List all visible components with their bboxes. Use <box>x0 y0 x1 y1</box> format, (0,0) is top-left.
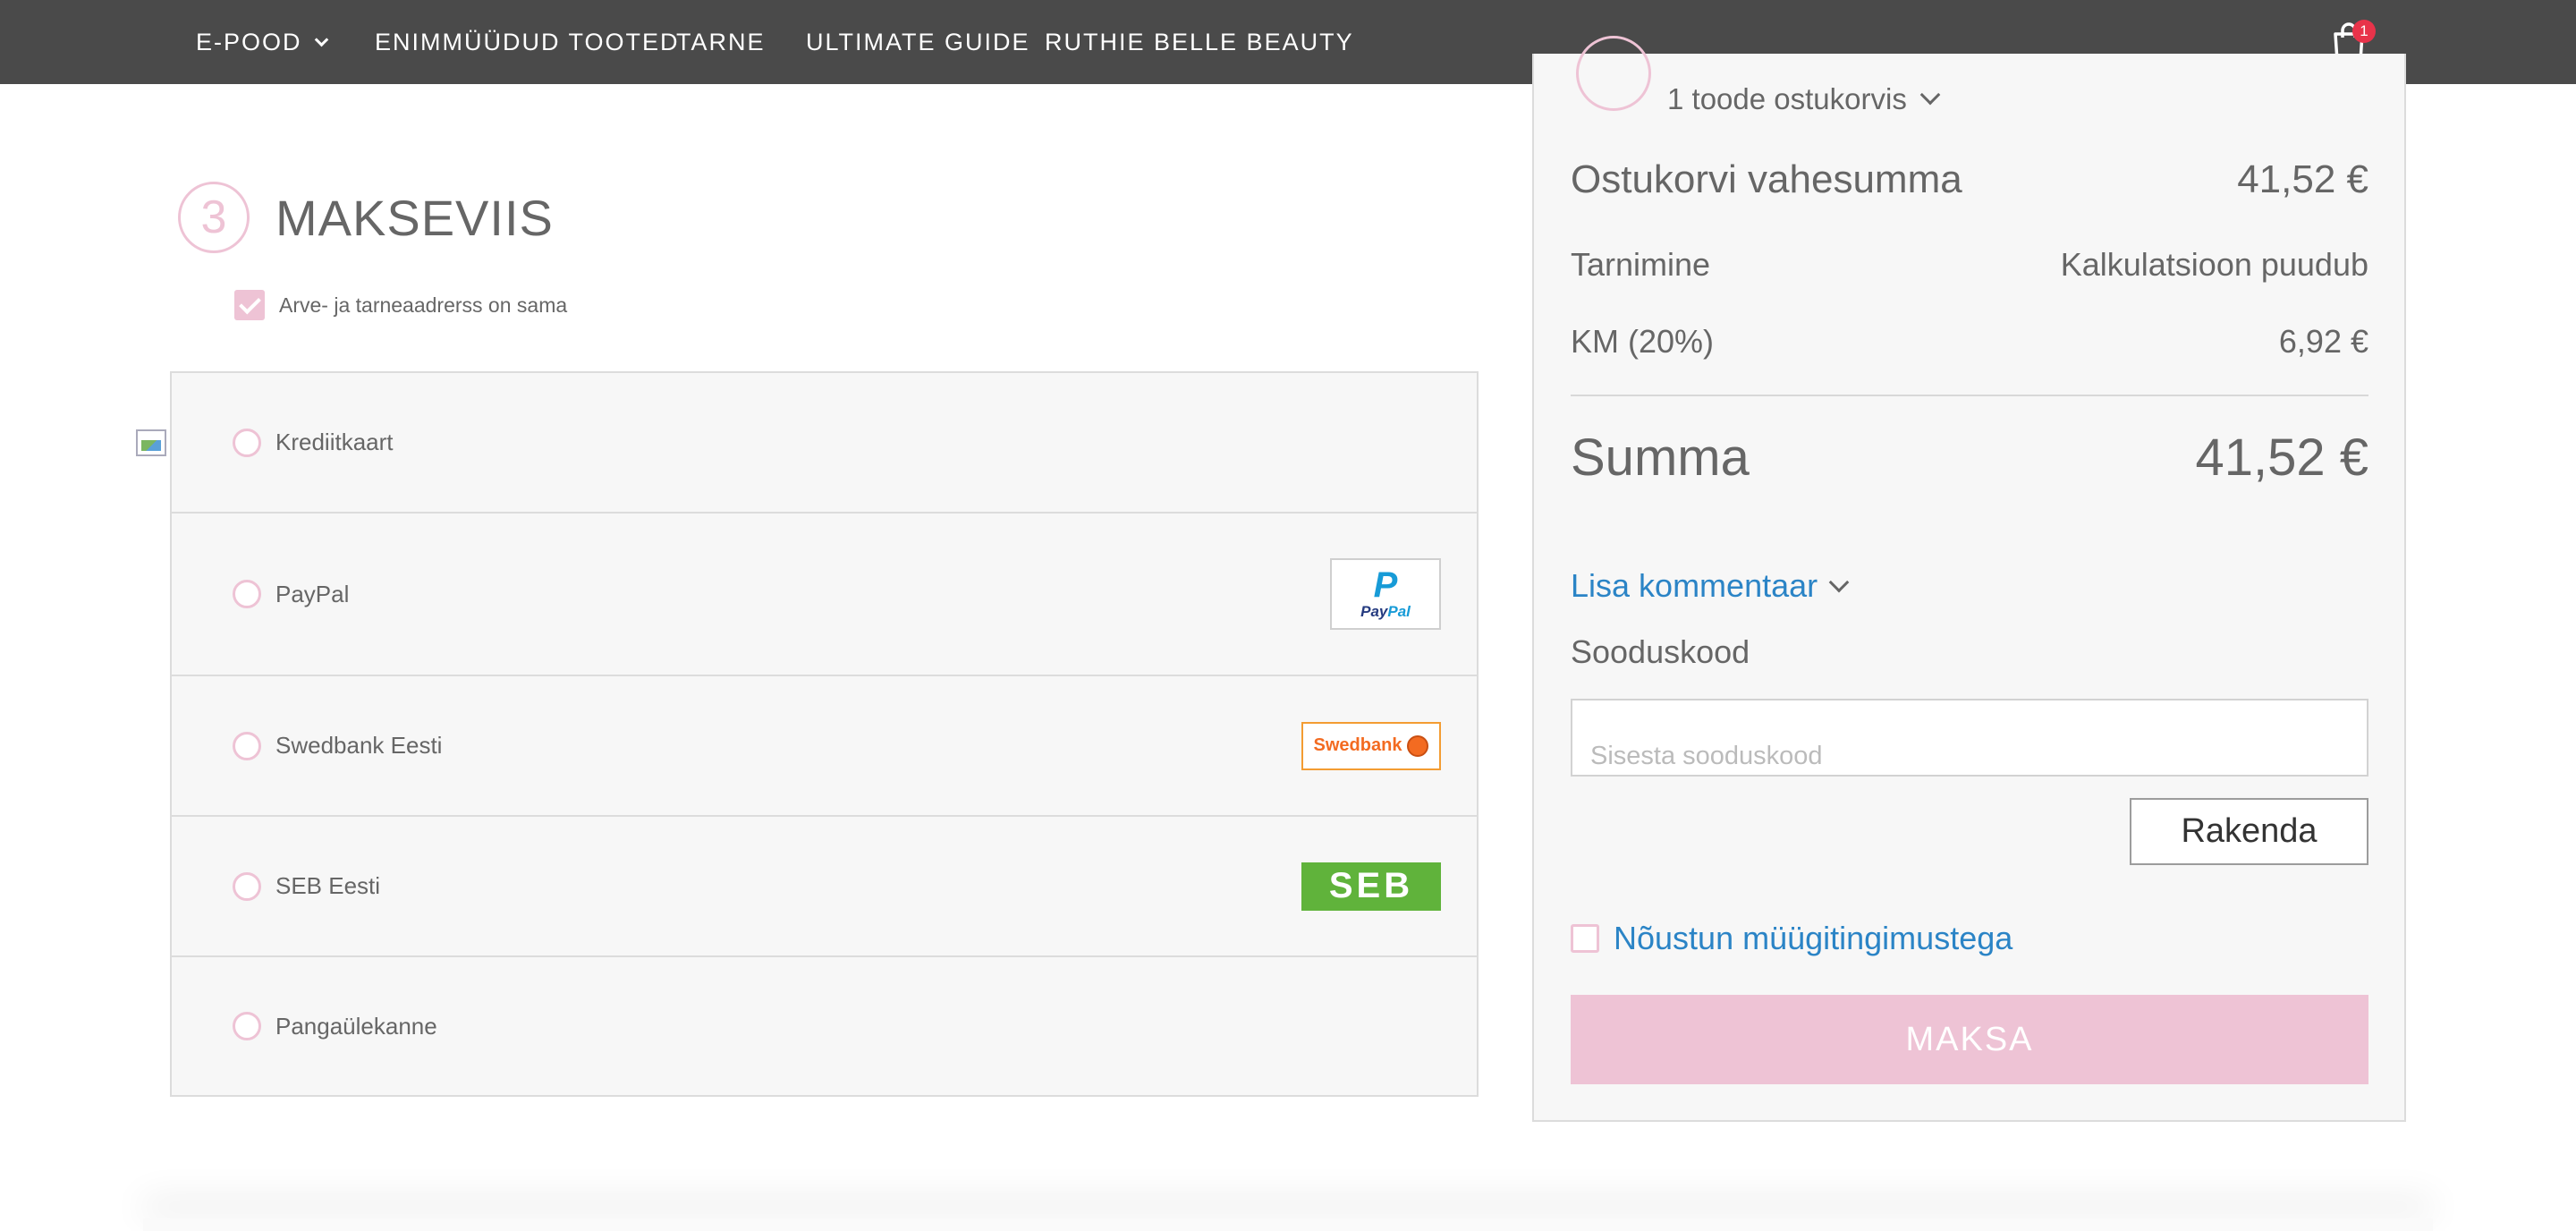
payment-method-label: PayPal <box>275 580 350 607</box>
seb-logo-text: SEB <box>1328 866 1414 905</box>
total-label: Summa <box>1571 429 1750 487</box>
payment-radio[interactable] <box>233 428 261 457</box>
tax-row: KM (20%) 6,92 € <box>1571 323 2368 361</box>
tax-value: 6,92 € <box>2278 323 2368 360</box>
footer-edge <box>143 1218 2433 1231</box>
swedbank-logo-text: Swedbank <box>1313 735 1402 755</box>
payment-method-label: Swedbank Eesti <box>275 732 443 759</box>
same-address-option: Arve- ja tarneaadrerss on sama <box>234 290 567 320</box>
payment-method-label: Krediitkaart <box>275 429 394 455</box>
chevron-down-icon <box>1828 572 1850 593</box>
paypal-mark: P <box>1373 565 1398 605</box>
payment-method-paypal[interactable]: PayPal P PayPal <box>172 514 1477 676</box>
shipping-value: Kalkulatsioon puudub <box>2060 246 2368 283</box>
broken-image-icon <box>136 429 166 456</box>
apply-coupon-button[interactable]: Rakenda <box>2130 798 2368 865</box>
pay-button[interactable]: MAKSA <box>1571 995 2368 1084</box>
chevron-down-icon <box>1919 84 1941 106</box>
coupon-input[interactable] <box>1571 699 2368 777</box>
terms-option: Nõustun müügitingimustega <box>1571 920 2012 957</box>
nav-item-label: RUTHIE BELLE BEAUTY <box>1045 28 1354 55</box>
payment-methods-list: Krediitkaart PayPal P PayPal Swedbank Ee… <box>136 371 1479 1097</box>
payment-radio[interactable] <box>233 580 261 608</box>
nav-item-label: ENIMMÜÜDUD TOOTED <box>375 28 680 55</box>
step-number-badge: 3 <box>178 182 250 253</box>
payment-radio[interactable] <box>233 871 261 901</box>
payment-method-label: Pangaülekanne <box>275 1012 437 1040</box>
total-value: 41,52 € <box>2195 429 2368 487</box>
same-address-checkbox[interactable] <box>234 290 265 320</box>
tax-label: KM (20%) <box>1571 323 1715 360</box>
payment-method-label: SEB Eesti <box>275 872 381 899</box>
payment-method-seb[interactable]: SEB Eesti SEB <box>172 817 1477 957</box>
terms-link[interactable]: Nõustun müügitingimustega <box>1614 920 2012 957</box>
payment-method-credit-card[interactable]: Krediitkaart <box>136 373 1477 514</box>
subtotal-value: 41,52 € <box>2237 157 2368 201</box>
nav-item-ruthie-belle-beauty[interactable]: RUTHIE BELLE BEAUTY <box>1045 0 1354 84</box>
paypal-word-1: Pay <box>1360 603 1388 620</box>
paypal-logo: P PayPal <box>1330 558 1441 630</box>
summary-step-badge <box>1576 36 1651 111</box>
paypal-word-2: Pal <box>1387 603 1411 620</box>
nav-item-e-pood[interactable]: E-POOD <box>196 0 328 84</box>
summary-divider <box>1571 395 2368 396</box>
same-address-label: Arve- ja tarneaadrerss on sama <box>279 293 568 317</box>
nav-item-shipping[interactable]: TARNE <box>676 0 766 84</box>
seb-logo: SEB <box>1301 862 1441 911</box>
subtotal-label: Ostukorvi vahesumma <box>1571 157 1962 201</box>
nav-item-ultimate-guide[interactable]: ULTIMATE GUIDE <box>806 0 1030 84</box>
cart-items-toggle[interactable]: 1 toode ostukorvis <box>1667 82 1941 116</box>
shipping-label: Tarnimine <box>1571 246 1711 283</box>
add-comment-toggle[interactable]: Lisa kommentaar <box>1571 567 1850 605</box>
nav-item-label: ULTIMATE GUIDE <box>806 28 1030 55</box>
shipping-row: Tarnimine Kalkulatsioon puudub <box>1571 246 2368 284</box>
payment-method-bank-transfer[interactable]: Pangaülekanne <box>172 957 1477 1095</box>
section-title: MAKSEVIIS <box>275 189 554 246</box>
add-comment-label: Lisa kommentaar <box>1571 567 1818 604</box>
payment-radio[interactable] <box>233 1012 261 1040</box>
chevron-down-icon <box>314 32 328 47</box>
nav-item-bestsellers[interactable]: ENIMMÜÜDUD TOOTED <box>375 0 680 84</box>
swedbank-ball-icon <box>1407 734 1429 757</box>
nav-item-label: E-POOD <box>196 28 302 55</box>
swedbank-logo: Swedbank <box>1301 721 1441 770</box>
total-row: Summa 41,52 € <box>1571 428 2368 488</box>
cart-count-badge: 1 <box>2352 20 2376 43</box>
cart-count-label: 1 toode ostukorvis <box>1667 82 1907 115</box>
nav-item-label: TARNE <box>676 28 766 55</box>
coupon-label: Sooduskood <box>1571 633 1750 670</box>
terms-checkbox[interactable] <box>1571 924 1599 953</box>
payment-radio[interactable] <box>233 731 261 760</box>
payment-method-swedbank[interactable]: Swedbank Eesti Swedbank <box>172 676 1477 817</box>
subtotal-row: Ostukorvi vahesumma 41,52 € <box>1571 157 2368 202</box>
